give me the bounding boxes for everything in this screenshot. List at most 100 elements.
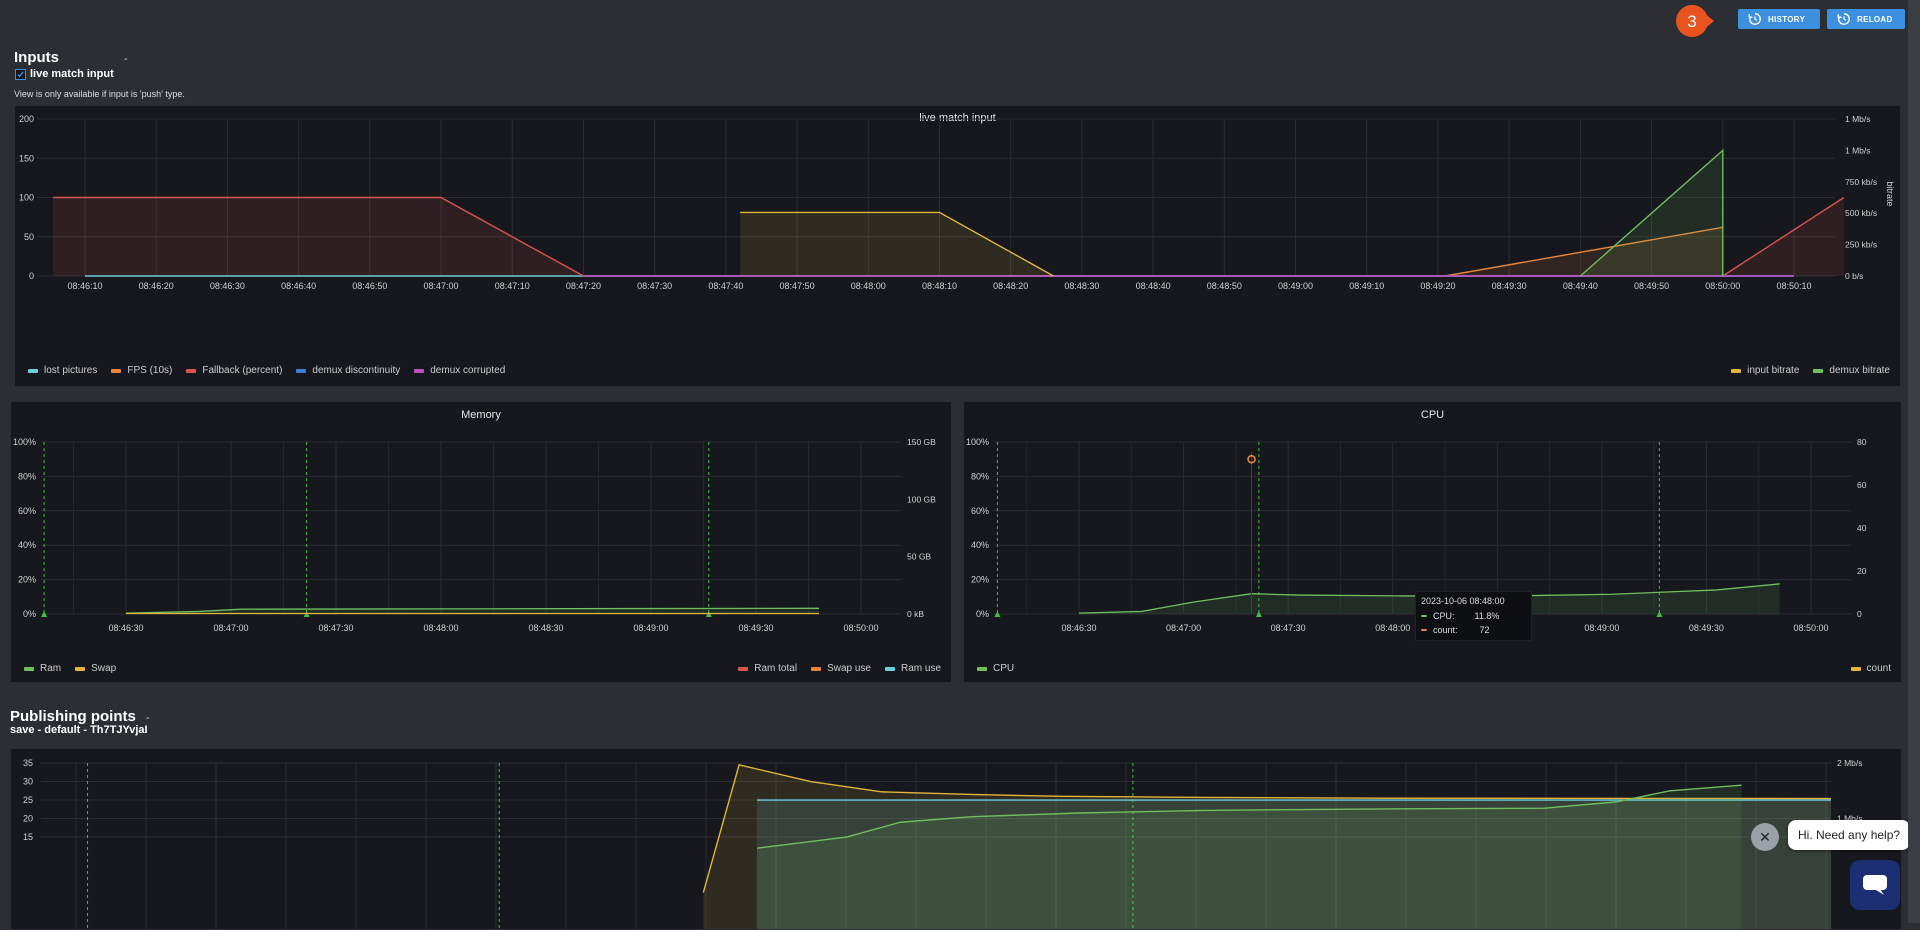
legend-item[interactable]: CPU — [977, 663, 1014, 674]
x-tick-label: 08:46:30 — [1061, 623, 1096, 633]
y-tick-label: 20 — [23, 814, 33, 824]
x-tick-label: 08:49:00 — [1278, 281, 1313, 291]
y2-tick-label: 50 GB — [907, 552, 931, 562]
count-swatch — [1421, 629, 1427, 631]
y-tick-label: 30 — [23, 777, 33, 787]
y2-tick-label: 100 GB — [907, 494, 936, 504]
legend-swatch — [296, 368, 307, 373]
reload-button[interactable]: RELOAD — [1827, 9, 1905, 29]
publishing-chart[interactable]: 35302520152 Mb/s1 Mb/s — [11, 749, 1901, 929]
y2-tick-label: 150 GB — [907, 437, 936, 447]
y-tick-label: 200 — [19, 114, 34, 124]
x-tick-label: 08:46:30 — [210, 281, 245, 291]
legend-right: input bitrate demux bitrate — [1731, 365, 1890, 376]
x-tick-label: 08:49:40 — [1563, 281, 1598, 291]
inputs-title: Inputs — [14, 49, 59, 66]
y-tick-label: 100% — [966, 437, 989, 447]
y2-tick-label: 60 — [1857, 480, 1867, 490]
tooltip-cpu-label: CPU: — [1433, 611, 1455, 621]
legend-item[interactable]: demux bitrate — [1813, 365, 1890, 376]
legend-item[interactable]: Ram total — [738, 663, 797, 674]
checkbox-label: live match input — [30, 68, 114, 80]
legend-item[interactable]: input bitrate — [1731, 365, 1799, 376]
legend-item[interactable]: FPS (10s) — [111, 365, 172, 376]
legend-item[interactable]: Swap use — [811, 663, 871, 674]
x-tick-label: 08:47:00 — [1166, 623, 1201, 633]
x-tick-label: 08:49:30 — [1492, 281, 1527, 291]
reload-label: RELOAD — [1857, 14, 1893, 24]
legend-item[interactable]: demux corrupted — [414, 365, 505, 376]
live-match-input-panel: live match input 0 50 100 150 200 0 b/s 250 kb… — [14, 105, 1901, 387]
legend-item[interactable]: count — [1850, 663, 1891, 674]
chat-launcher-button[interactable] — [1850, 860, 1900, 910]
x-tick-label: 08:49:30 — [738, 623, 773, 633]
y-tick-label: 60% — [18, 506, 36, 516]
y-tick-label: 20% — [18, 575, 36, 585]
chat-bubble[interactable]: Hi. Need any help? — [1788, 820, 1911, 850]
legend-label: Ram — [40, 663, 62, 674]
x-tick-label: 08:47:00 — [213, 623, 248, 633]
y-tick-label: 0% — [23, 609, 36, 619]
live-match-input-chart[interactable]: 0 50 100 150 200 0 b/s 250 kb/s 500 kb/s 750 kb/… — [15, 106, 1900, 356]
x-tick-label: 08:47:50 — [780, 281, 815, 291]
legend-item[interactable]: Ram use — [884, 663, 941, 674]
legend-item[interactable]: Fallback (percent) — [186, 365, 282, 376]
legend-item[interactable]: Ram — [24, 663, 61, 674]
x-tick-label: 08:48:00 — [423, 623, 458, 633]
legend-right: count — [1850, 663, 1891, 674]
page-scrollbar[interactable] — [1908, 0, 1920, 923]
y-tick-label: 0 — [29, 271, 34, 281]
legend-item[interactable]: demux discontinuity — [296, 365, 400, 376]
y2-tick-label: 40 — [1857, 523, 1867, 533]
publishing-panel: 35 30 25 20 15 2 Mb/s 1 Mb/s — [10, 748, 1902, 930]
legend-right: Ram total Swap use Ram use — [738, 663, 941, 674]
legend-swatch — [111, 368, 122, 373]
x-tick-label: 08:49:00 — [1584, 623, 1619, 633]
y-tick-label: 0% — [976, 609, 989, 619]
legend-swatch — [738, 666, 749, 671]
legend-swatch — [811, 666, 822, 671]
series-area — [740, 212, 1054, 276]
legend-label: count — [1866, 663, 1891, 674]
y-tick-label: 80% — [18, 471, 36, 481]
x-tick-label: 08:46:10 — [67, 281, 102, 291]
history-button[interactable]: HISTORY — [1738, 9, 1820, 29]
legend-item[interactable]: Swap — [75, 663, 116, 674]
y-tick-label: 35 — [23, 758, 33, 768]
legend-label: lost pictures — [44, 365, 98, 376]
inputs-dash: - — [124, 53, 128, 65]
live-match-input-checkbox[interactable]: live match input — [15, 68, 114, 80]
step-badge: 3 — [1676, 5, 1714, 37]
x-tick-label: 08:47:10 — [495, 281, 530, 291]
x-tick-label: 08:48:50 — [1207, 281, 1242, 291]
publishing-dash: - — [146, 712, 150, 724]
x-tick-label: 08:48:20 — [993, 281, 1028, 291]
legend-left: Ram Swap — [24, 663, 116, 674]
y2-tick-label: 20 — [1857, 566, 1867, 576]
y2-tick-label: 0 — [1857, 609, 1862, 619]
x-tick-label: 08:46:30 — [108, 623, 143, 633]
y2-tick-label: 80 — [1857, 437, 1867, 447]
legend-item[interactable]: lost pictures — [28, 365, 97, 376]
legend-swatch — [75, 666, 86, 671]
legend-label: Swap use — [827, 663, 871, 674]
tooltip-count-value: 72 — [1479, 625, 1490, 635]
y-tick-label: 20% — [971, 575, 989, 585]
legend-swatch — [1850, 666, 1861, 671]
x-tick-label: 08:48:00 — [851, 281, 886, 291]
close-icon: ✕ — [1759, 828, 1771, 845]
x-tick-label: 08:50:00 — [843, 623, 878, 633]
legend-swatch — [28, 368, 38, 373]
tooltip-cpu-value: 11.8% — [1474, 611, 1500, 621]
x-tick-label: 08:49:00 — [633, 623, 668, 633]
x-tick-label: 08:49:10 — [1349, 281, 1384, 291]
legend-swatch — [414, 368, 425, 373]
x-tick-label: 08:47:30 — [1271, 623, 1306, 633]
history-icon — [1748, 13, 1761, 25]
memory-chart[interactable]: 0% 20% 40% 60% 80% 100% 0 kB 50 GB 100 GB 150 GB 0… — [11, 402, 951, 657]
y-tick-label: 100% — [13, 437, 36, 447]
x-tick-label: 08:50:00 — [1793, 623, 1828, 633]
legend-label: demux corrupted — [430, 365, 506, 376]
y-tick-label: 150 — [19, 153, 34, 163]
chat-close-button[interactable]: ✕ — [1751, 823, 1779, 851]
